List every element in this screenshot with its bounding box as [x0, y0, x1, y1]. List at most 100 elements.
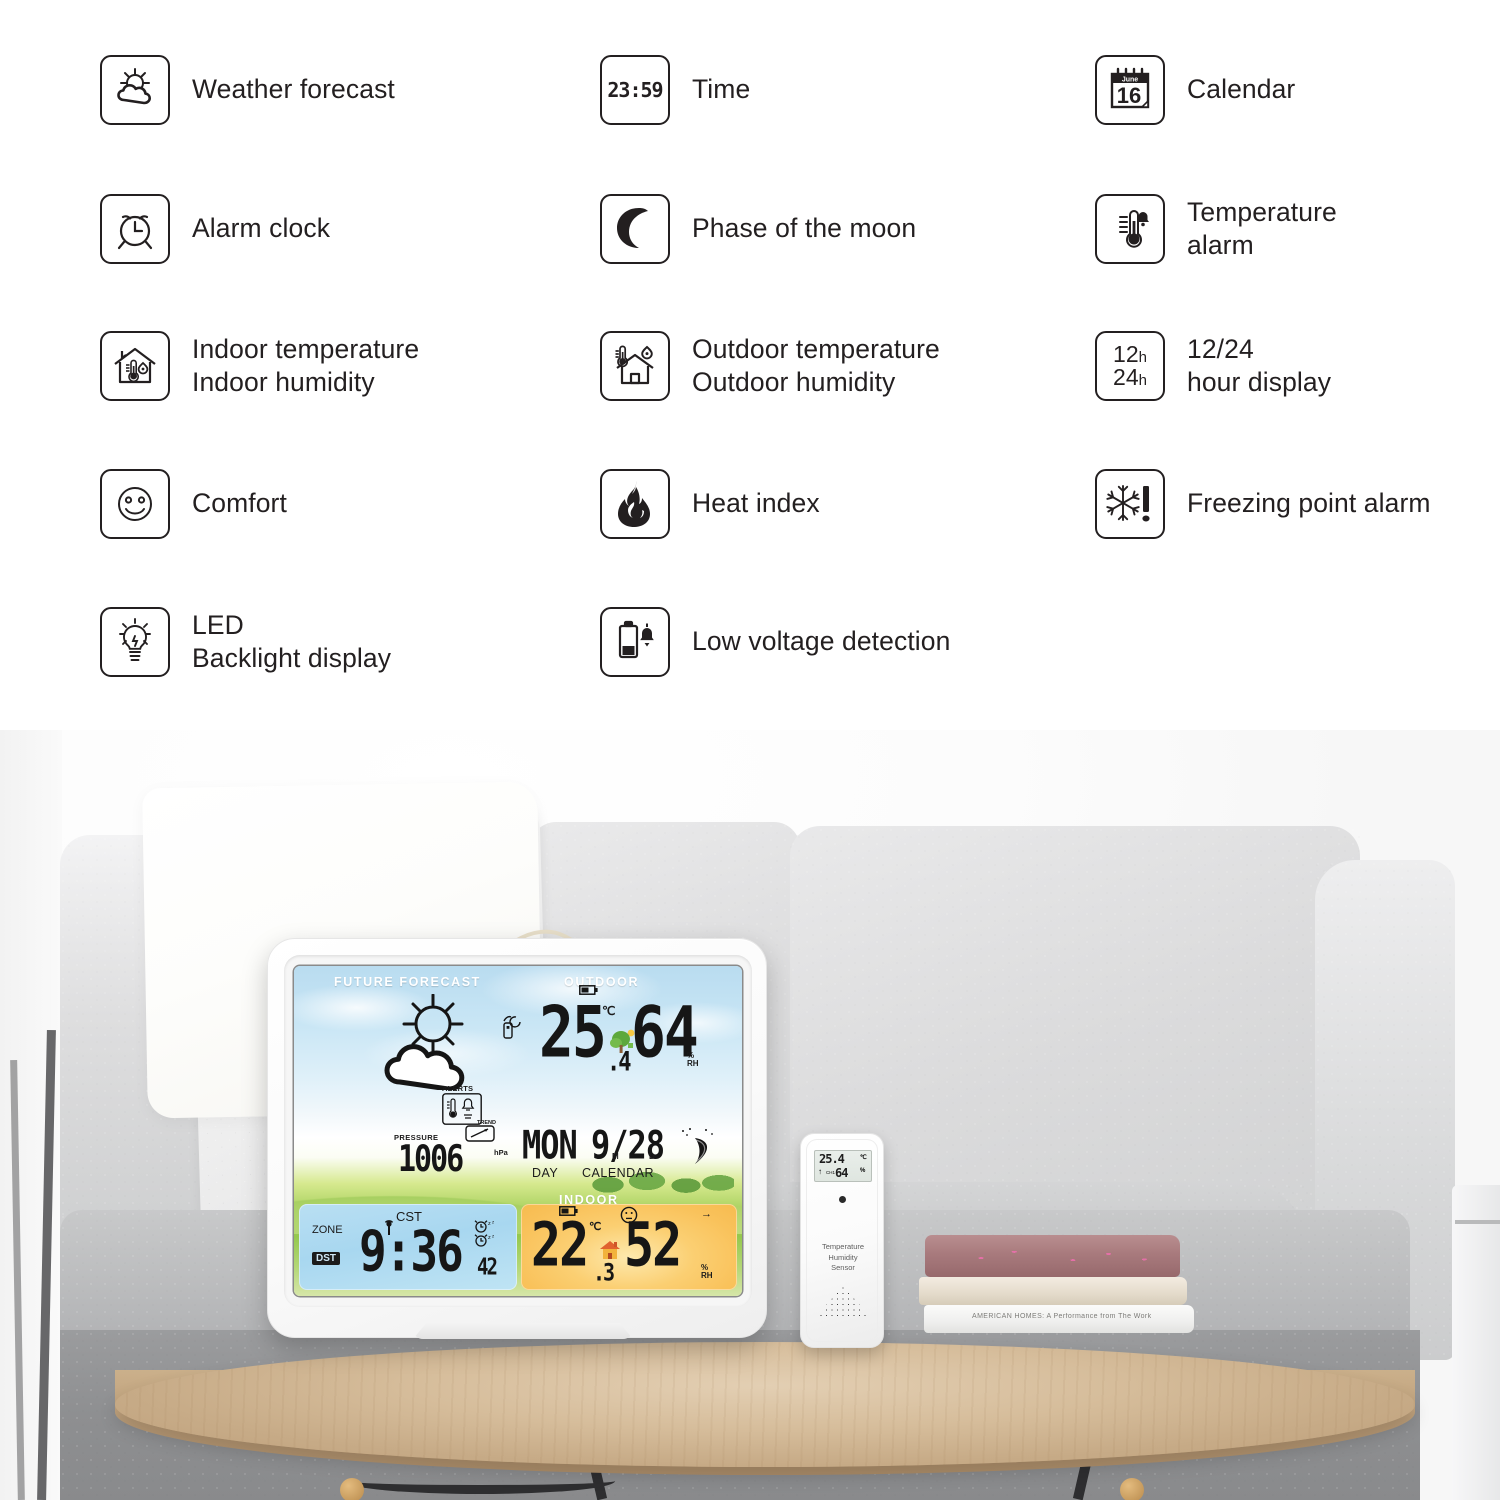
clock-value: 9:36 — [359, 1218, 464, 1284]
feature-comfort[interactable]: Comfort — [100, 469, 287, 539]
hour-12-line: 12h — [1113, 341, 1147, 367]
lightbulb-icon — [100, 607, 170, 677]
pressure-trend-icon: TREND — [465, 1120, 496, 1142]
feature-freezing-alarm[interactable]: Freezing point alarm — [1095, 469, 1431, 539]
house-thermometer-icon — [100, 331, 170, 401]
station-stand-notch — [413, 1323, 633, 1339]
side-cabinet-edge — [1455, 1220, 1500, 1224]
feature-time[interactable]: 23:59 Time — [600, 55, 750, 125]
lcd-screen: FUTURE FORECAST OUTDOOR INDOOR ALERTS TR… — [294, 966, 742, 1296]
feature-label: Comfort — [192, 488, 287, 519]
month-marker: M — [612, 1152, 619, 1161]
feature-label: 12/24 hour display — [1187, 333, 1332, 397]
sensor-antenna-icon: ↑ — [818, 1167, 822, 1176]
feature-temperature-alarm[interactable]: Temperature alarm — [1095, 194, 1337, 264]
pressure-unit: hPa — [494, 1148, 508, 1157]
outdoor-unit-rh: % RH — [687, 1051, 699, 1069]
alarm-clock-icon — [100, 194, 170, 264]
indoor-trend-arrow-icon: → — [701, 1208, 712, 1220]
feature-label: Freezing point alarm — [1187, 488, 1431, 519]
sun-behind-cloud-icon — [384, 994, 465, 1090]
remote-temperature-humidity-sensor[interactable]: 25.4 ℃ ↑ CH1 64 % Temperature Humidity S… — [800, 1133, 884, 1348]
feature-alarm-clock[interactable]: Alarm clock — [100, 194, 330, 264]
feature-label: Low voltage detection — [692, 626, 951, 657]
sun-cloud-icon — [100, 55, 170, 125]
svg-text:TREND: TREND — [477, 1120, 496, 1126]
indoor-unit-celsius: ℃ — [589, 1221, 602, 1233]
12-24-hour-icon: 12h 24h — [1095, 331, 1165, 401]
sensor-led-indicator — [839, 1196, 846, 1203]
waning-gibbous-icon — [682, 1128, 713, 1164]
flame-icon — [600, 469, 670, 539]
sensor-channel-label: CH1 — [826, 1170, 836, 1175]
day-caption: DAY — [532, 1166, 559, 1180]
feature-label: Indoor temperature Indoor humidity — [192, 333, 420, 397]
zone-label: ZONE — [312, 1224, 343, 1236]
time-panel: ZONE DST CST 9:36 42 z z z z — [299, 1204, 517, 1290]
book-spine-title: AMERICAN HOMES: A Performance from The W… — [972, 1313, 1152, 1320]
sensor-humidity-unit: % — [860, 1168, 866, 1174]
clock-seconds: 42 — [477, 1253, 498, 1281]
feature-list: Weather forecast 23:59 Time June 16 Cale… — [0, 0, 1500, 730]
feature-outdoor-climate[interactable]: Outdoor temperature Outdoor humidity — [600, 331, 940, 401]
feature-led-backlight[interactable]: LED Backlight display — [100, 607, 391, 677]
feature-weather-forecast[interactable]: Weather forecast — [100, 55, 395, 125]
hour-24-line: 24h — [1113, 364, 1147, 390]
indoor-unit-rh: % RH — [701, 1263, 713, 1281]
product-feature-page: Weather forecast 23:59 Time June 16 Cale… — [0, 0, 1500, 1500]
side-cabinet — [1452, 1185, 1500, 1500]
svg-text:z: z — [492, 1220, 495, 1225]
label-future-forecast: FUTURE FORECAST — [334, 975, 481, 989]
battery-bell-icon — [600, 607, 670, 677]
outdoor-comfort-tree-icon — [610, 1029, 635, 1053]
weekday-value: MON — [522, 1121, 578, 1169]
book-top-pink — [925, 1235, 1180, 1277]
weather-station-device[interactable]: FUTURE FORECAST OUTDOOR INDOOR ALERTS TR… — [267, 938, 767, 1339]
alarm-indicator-icons: z z z z — [474, 1220, 495, 1247]
outdoor-unit-celsius: ℃ — [602, 1004, 616, 1018]
calendar-value: 9/28 — [591, 1121, 665, 1169]
feature-label: Alarm clock — [192, 213, 331, 244]
sensor-humidity-value: 64 — [835, 1166, 848, 1180]
indoor-temperature-value: 22 — [531, 1209, 589, 1281]
indoor-humidity-value: 52 — [624, 1209, 682, 1281]
book-middle-cream — [919, 1277, 1187, 1305]
table-foot-left — [340, 1478, 364, 1500]
feature-heat-index[interactable]: Heat index — [600, 469, 820, 539]
calendar-icon: June 16 — [1095, 55, 1165, 125]
feature-label: Heat index — [692, 488, 820, 519]
feature-label: Temperature alarm — [1187, 196, 1337, 260]
table-foot-right — [1120, 1478, 1144, 1500]
sensor-lcd: 25.4 ℃ ↑ CH1 64 % — [814, 1150, 872, 1182]
feature-moon-phase[interactable]: Phase of the moon — [600, 194, 916, 264]
digital-time-icon: 23:59 — [600, 55, 670, 125]
book-bottom-white: AMERICAN HOMES: A Performance from The W… — [924, 1305, 1194, 1333]
house-outdoor-thermometer-icon — [600, 331, 670, 401]
digital-time-value: 23:59 — [607, 78, 663, 102]
svg-text:16: 16 — [1117, 83, 1141, 108]
indoor-panel: → 22 .3 ℃ 52 % RH — [521, 1204, 737, 1290]
outdoor-temperature-value: 25 — [539, 990, 607, 1074]
smiley-face-icon — [100, 469, 170, 539]
feature-low-voltage[interactable]: Low voltage detection — [600, 607, 950, 677]
feature-label: Time — [692, 74, 751, 105]
feature-calendar[interactable]: June 16 Calendar — [1095, 55, 1295, 125]
crescent-moon-icon — [600, 194, 670, 264]
alerts-label: ALERTS — [442, 1084, 474, 1093]
wooden-side-table — [115, 1342, 1415, 1467]
indoor-temperature-decimal: .3 — [593, 1257, 615, 1287]
feature-label: Calendar — [1187, 74, 1296, 105]
feature-indoor-climate[interactable]: Indoor temperature Indoor humidity — [100, 331, 419, 401]
thermometer-bell-icon — [1095, 194, 1165, 264]
feature-hour-display[interactable]: 12h 24h 12/24 hour display — [1095, 331, 1331, 401]
dst-badge: DST — [312, 1252, 340, 1265]
sensor-caption: Temperature Humidity Sensor — [821, 1242, 865, 1273]
feature-label: Outdoor temperature Outdoor humidity — [692, 333, 940, 397]
snowflake-exclamation-icon — [1095, 469, 1165, 539]
pressure-value: 1006 — [398, 1138, 464, 1181]
day-marker: D — [649, 1152, 655, 1161]
svg-text:z: z — [492, 1234, 495, 1239]
svg-text:z: z — [488, 1221, 491, 1227]
feature-label: Phase of the moon — [692, 213, 917, 244]
calendar-caption: CALENDAR — [582, 1166, 655, 1180]
